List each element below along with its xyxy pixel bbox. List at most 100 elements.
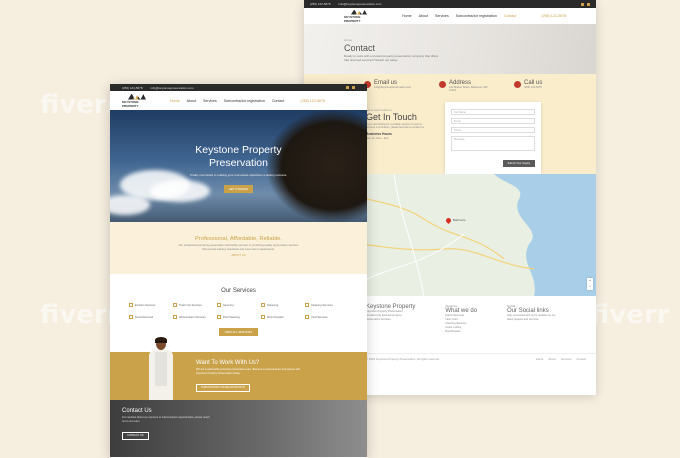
service-icon — [305, 315, 309, 319]
nav-services[interactable]: Services — [435, 14, 449, 18]
instagram-icon[interactable] — [587, 2, 590, 6]
nav-about[interactable]: About — [419, 14, 428, 18]
info-address: Address 123 Market Street, Baltimore, MD … — [439, 80, 494, 102]
facebook-icon[interactable] — [346, 86, 349, 89]
contact-desc: For inquiries about our services or subc… — [122, 416, 210, 423]
bottom-link[interactable]: Contact — [576, 357, 586, 361]
nav-phone[interactable]: (256) 123-5678 — [541, 14, 566, 18]
subcontractor-registration-button[interactable]: SUBCONTRACTOR REGISTRATION — [196, 383, 250, 392]
info-phone: Call us (256) 123-5678 — [514, 80, 569, 102]
info-email: Email us info@keystonepreservation.com — [364, 80, 419, 102]
info-text[interactable]: info@keystonepreservation.com — [374, 86, 419, 89]
services-grid: Eviction Services Trash Out Services Sec… — [129, 303, 367, 319]
service-item[interactable]: Cleaning Services — [305, 303, 345, 307]
services-title: Our Services — [221, 288, 256, 294]
logo[interactable]: KEYSTONE PROPERTY — [344, 9, 374, 23]
watermark: fiverr — [40, 300, 120, 330]
nav-phone[interactable]: (256) 123-5678 — [300, 99, 325, 103]
view-all-services-button[interactable]: VIEW ALL SERVICES — [218, 328, 259, 336]
service-label: Snow Removal — [135, 315, 154, 319]
message-field[interactable]: Message — [451, 136, 535, 151]
service-label: Cleaning Services — [311, 303, 333, 307]
intro-title: Professional, Affordable, Reliable. — [195, 236, 282, 242]
hours-text: Mon-Fri, 8am - 6pm — [366, 136, 389, 140]
service-item[interactable]: Minor Repairs — [261, 315, 301, 319]
copyright: © 2023 Keystone Property Preservation. A… — [366, 356, 440, 361]
service-item[interactable]: Trash Out Services — [173, 303, 213, 307]
nav-contact[interactable]: Contact — [504, 14, 516, 18]
hero-title: Keystone Property Preservation — [110, 144, 367, 170]
home-page-screenshot: (256) 123-5678 info@keystonepreservation… — [110, 84, 367, 458]
hero-tagline: Totally committed to making your real es… — [189, 173, 288, 178]
phone-field[interactable]: Phone — [451, 127, 535, 133]
service-item[interactable]: Eviction Services — [129, 303, 169, 307]
email-field[interactable]: Email — [451, 118, 535, 124]
topbar-phone: (256) 123-5678 — [122, 85, 143, 90]
hero-text: Keystone Property Preservation Totally co… — [110, 144, 367, 195]
logo-roof-icon — [351, 9, 367, 15]
service-label: Minor Repairs — [267, 315, 284, 319]
intro-section: Professional, Affordable, Reliable. Our … — [110, 222, 367, 274]
submit-button[interactable]: Submit Your Inquiry — [502, 160, 535, 167]
service-label: Securing — [223, 303, 234, 307]
breadcrumb[interactable]: Home — [344, 38, 596, 42]
top-bar: (256) 123-5678 info@keystonepreservation… — [110, 84, 367, 91]
bottom-link[interactable]: About — [548, 357, 555, 361]
contact-section: Contact Us For inquiries about our servi… — [110, 400, 367, 457]
service-icon — [173, 303, 177, 307]
contact-us-button[interactable]: CONTACT US — [122, 431, 149, 440]
info-text[interactable]: (256) 123-5678 — [524, 86, 569, 89]
nav-services[interactable]: Services — [203, 99, 217, 103]
about-us-link[interactable]: ABOUT US — [110, 253, 367, 257]
service-icon — [173, 315, 177, 319]
work-text: Want To Work With Us? We are a nationwid… — [196, 360, 306, 393]
name-field[interactable]: Full Name — [451, 109, 535, 115]
nav-home[interactable]: Home — [170, 99, 180, 103]
topbar-email: info@keystonepreservation.com — [338, 2, 382, 6]
main-nav: KEYSTONE PROPERTY Home About Services Su… — [304, 8, 596, 24]
service-item[interactable]: Yard Services — [305, 315, 345, 319]
service-icon — [217, 315, 221, 319]
service-icon — [217, 303, 221, 307]
watermark: fiverr — [590, 300, 670, 330]
logo-roof-icon — [128, 93, 146, 100]
section-desc: If you are looking for a reliable servic… — [366, 123, 425, 130]
footer-link[interactable]: Roof Repairs — [445, 330, 477, 334]
nav-about[interactable]: About — [187, 99, 196, 103]
person-photo — [148, 337, 174, 400]
nav-home[interactable]: Home — [402, 14, 412, 18]
contact-hero: Home Contact Ready to work with a truste… — [304, 24, 596, 74]
bottom-links: Home About Services Contact — [536, 357, 586, 361]
bottom-link[interactable]: Home — [536, 357, 543, 361]
topbar-phone: (256) 123-5678 — [310, 2, 331, 6]
get-started-button[interactable]: GET STARTED — [223, 185, 254, 194]
main-nav: KEYSTONE PROPERTY Home About Services Su… — [110, 91, 367, 110]
work-with-us-section: Want To Work With Us? We are a nationwid… — [110, 337, 367, 400]
social-icons — [581, 2, 590, 6]
nav-contact[interactable]: Contact — [272, 99, 284, 103]
nav-subcontractor[interactable]: Subcontractor registration — [456, 14, 497, 18]
info-text: 123 Market Street, Baltimore, MD 21201 — [449, 86, 488, 92]
logo[interactable]: KEYSTONE PROPERTY — [122, 93, 152, 108]
intro-text: Our professional property preservation a… — [178, 244, 299, 251]
person-hair — [155, 337, 167, 343]
nav-subcontractor[interactable]: Subcontractor registration — [224, 99, 265, 103]
bottom-link[interactable]: Services — [561, 357, 572, 361]
top-bar: (256) 123-5678 info@keystonepreservation… — [304, 0, 596, 8]
person-vest — [155, 352, 167, 386]
service-item[interactable]: Securing — [217, 303, 257, 307]
map-zoom-control[interactable]: + − — [587, 278, 593, 290]
instagram-icon[interactable] — [352, 86, 355, 89]
nav-menu: Home About Services Subcontractor regist… — [402, 14, 516, 18]
topbar-email: info@keystonepreservation.com — [150, 85, 194, 90]
hero-title-line: Preservation — [209, 157, 268, 170]
service-item[interactable]: Winterization Services — [173, 315, 213, 319]
service-item[interactable]: Snow Removal — [129, 315, 169, 319]
facebook-icon[interactable] — [581, 2, 584, 6]
contact-title: Contact Us — [122, 408, 152, 414]
service-item[interactable]: Pool Cleaning — [217, 315, 257, 319]
hero-banner: Keystone Property Preservation Totally co… — [110, 110, 367, 222]
service-item[interactable]: Rekeying — [261, 303, 301, 307]
watermark: fiverr — [40, 90, 120, 120]
contact-form: Full Name Email Phone Message Submit You… — [445, 102, 541, 174]
